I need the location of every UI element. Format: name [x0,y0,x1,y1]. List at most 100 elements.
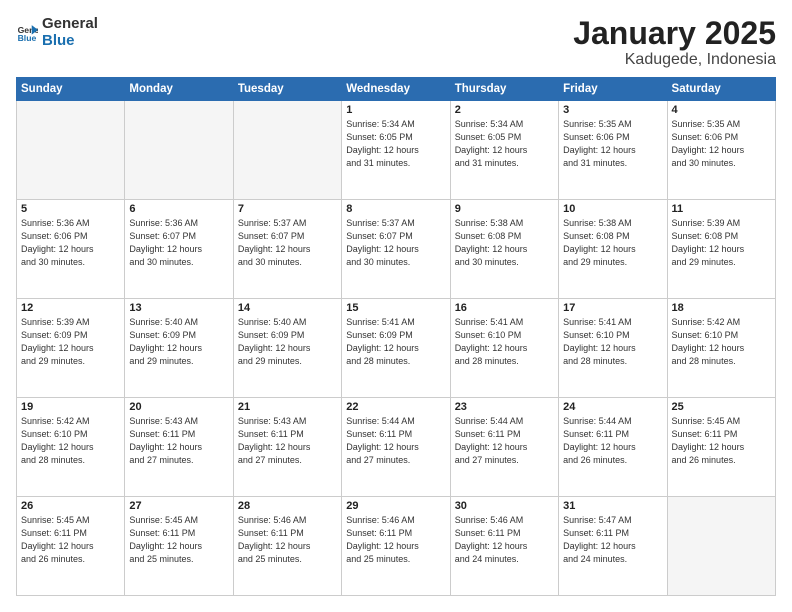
day-info: Sunrise: 5:38 AM Sunset: 6:08 PM Dayligh… [563,217,662,269]
day-info: Sunrise: 5:34 AM Sunset: 6:05 PM Dayligh… [455,118,554,170]
day-info: Sunrise: 5:40 AM Sunset: 6:09 PM Dayligh… [129,316,228,368]
calendar-day-cell [233,101,341,200]
logo-general: General [42,16,98,33]
day-info: Sunrise: 5:44 AM Sunset: 6:11 PM Dayligh… [563,415,662,467]
day-number: 23 [455,401,554,413]
day-info: Sunrise: 5:46 AM Sunset: 6:11 PM Dayligh… [238,514,337,566]
calendar-day-cell [125,101,233,200]
calendar-day-cell: 29 Sunrise: 5:46 AM Sunset: 6:11 PM Dayli… [342,497,450,596]
day-info: Sunrise: 5:38 AM Sunset: 6:08 PM Dayligh… [455,217,554,269]
day-info: Sunrise: 5:42 AM Sunset: 6:10 PM Dayligh… [21,415,120,467]
calendar-day-cell: 17 Sunrise: 5:41 AM Sunset: 6:10 PM Dayli… [559,299,667,398]
calendar-week-row: 26 Sunrise: 5:45 AM Sunset: 6:11 PM Dayli… [17,497,776,596]
calendar-day-cell: 9 Sunrise: 5:38 AM Sunset: 6:08 PM Daylig… [450,200,558,299]
calendar-day-cell: 2 Sunrise: 5:34 AM Sunset: 6:05 PM Daylig… [450,101,558,200]
day-number: 4 [672,104,771,116]
day-info: Sunrise: 5:44 AM Sunset: 6:11 PM Dayligh… [455,415,554,467]
day-info: Sunrise: 5:35 AM Sunset: 6:06 PM Dayligh… [563,118,662,170]
day-info: Sunrise: 5:40 AM Sunset: 6:09 PM Dayligh… [238,316,337,368]
day-info: Sunrise: 5:37 AM Sunset: 6:07 PM Dayligh… [238,217,337,269]
calendar-day-cell: 23 Sunrise: 5:44 AM Sunset: 6:11 PM Dayli… [450,398,558,497]
day-number: 16 [455,302,554,314]
calendar-day-cell: 5Sunrise: 5:36 AM Sunset: 6:06 PM Daylig… [17,200,125,299]
day-number: 3 [563,104,662,116]
day-info: Sunrise: 5:36 AM Sunset: 6:06 PM Dayligh… [21,217,120,269]
day-info: Sunrise: 5:43 AM Sunset: 6:11 PM Dayligh… [238,415,337,467]
calendar-day-cell: 26 Sunrise: 5:45 AM Sunset: 6:11 PM Dayli… [17,497,125,596]
weekday-header: Monday [125,78,233,101]
day-info: Sunrise: 5:35 AM Sunset: 6:06 PM Dayligh… [672,118,771,170]
day-number: 21 [238,401,337,413]
day-number: 24 [563,401,662,413]
calendar-day-cell: 13Sunrise: 5:40 AM Sunset: 6:09 PM Dayli… [125,299,233,398]
day-info: Sunrise: 5:44 AM Sunset: 6:11 PM Dayligh… [346,415,445,467]
calendar-day-cell: 24 Sunrise: 5:44 AM Sunset: 6:11 PM Dayli… [559,398,667,497]
calendar-day-cell: 12 Sunrise: 5:39 AM Sunset: 6:09 PM Dayli… [17,299,125,398]
day-info: Sunrise: 5:43 AM Sunset: 6:11 PM Dayligh… [129,415,228,467]
weekday-header: Thursday [450,78,558,101]
calendar-day-cell: 6Sunrise: 5:36 AM Sunset: 6:07 PM Daylig… [125,200,233,299]
calendar-day-cell: 25Sunrise: 5:45 AM Sunset: 6:11 PM Dayli… [667,398,775,497]
month-title: January 2025 [573,16,776,51]
day-number: 15 [346,302,445,314]
day-number: 9 [455,203,554,215]
day-number: 27 [129,500,228,512]
calendar-day-cell: 21 Sunrise: 5:43 AM Sunset: 6:11 PM Dayli… [233,398,341,497]
logo: General Blue General Blue [16,16,98,49]
day-number: 17 [563,302,662,314]
day-number: 22 [346,401,445,413]
calendar-day-cell: 1Sunrise: 5:34 AM Sunset: 6:05 PM Daylig… [342,101,450,200]
calendar-day-cell: 18 Sunrise: 5:42 AM Sunset: 6:10 PM Dayli… [667,299,775,398]
day-number: 11 [672,203,771,215]
calendar-day-cell: 27Sunrise: 5:45 AM Sunset: 6:11 PM Dayli… [125,497,233,596]
calendar-day-cell: 4 Sunrise: 5:35 AM Sunset: 6:06 PM Daylig… [667,101,775,200]
day-number: 12 [21,302,120,314]
calendar-day-cell: 28 Sunrise: 5:46 AM Sunset: 6:11 PM Dayli… [233,497,341,596]
day-info: Sunrise: 5:42 AM Sunset: 6:10 PM Dayligh… [672,316,771,368]
day-info: Sunrise: 5:37 AM Sunset: 6:07 PM Dayligh… [346,217,445,269]
day-info: Sunrise: 5:47 AM Sunset: 6:11 PM Dayligh… [563,514,662,566]
day-info: Sunrise: 5:34 AM Sunset: 6:05 PM Dayligh… [346,118,445,170]
calendar-day-cell: 11 Sunrise: 5:39 AM Sunset: 6:08 PM Dayli… [667,200,775,299]
day-number: 8 [346,203,445,215]
weekday-header: Tuesday [233,78,341,101]
day-info: Sunrise: 5:39 AM Sunset: 6:09 PM Dayligh… [21,316,120,368]
logo-icon: General Blue [16,22,38,44]
calendar-header-row: SundayMondayTuesdayWednesdayThursdayFrid… [17,78,776,101]
calendar-day-cell: 14 Sunrise: 5:40 AM Sunset: 6:09 PM Dayli… [233,299,341,398]
day-info: Sunrise: 5:45 AM Sunset: 6:11 PM Dayligh… [21,514,120,566]
day-number: 30 [455,500,554,512]
day-info: Sunrise: 5:41 AM Sunset: 6:10 PM Dayligh… [563,316,662,368]
weekday-header: Wednesday [342,78,450,101]
day-number: 25 [672,401,771,413]
calendar-day-cell: 22 Sunrise: 5:44 AM Sunset: 6:11 PM Dayli… [342,398,450,497]
weekday-header: Sunday [17,78,125,101]
calendar-day-cell: 7Sunrise: 5:37 AM Sunset: 6:07 PM Daylig… [233,200,341,299]
svg-text:Blue: Blue [18,32,37,42]
header: General Blue General Blue January 2025 K… [16,16,776,69]
calendar: SundayMondayTuesdayWednesdayThursdayFrid… [16,77,776,596]
calendar-day-cell: 16 Sunrise: 5:41 AM Sunset: 6:10 PM Dayli… [450,299,558,398]
day-number: 2 [455,104,554,116]
title-block: January 2025 Kadugede, Indonesia [573,16,776,69]
weekday-header: Friday [559,78,667,101]
day-info: Sunrise: 5:39 AM Sunset: 6:08 PM Dayligh… [672,217,771,269]
calendar-day-cell: 10Sunrise: 5:38 AM Sunset: 6:08 PM Dayli… [559,200,667,299]
weekday-header: Saturday [667,78,775,101]
calendar-day-cell [667,497,775,596]
day-info: Sunrise: 5:41 AM Sunset: 6:10 PM Dayligh… [455,316,554,368]
day-number: 28 [238,500,337,512]
day-number: 29 [346,500,445,512]
day-number: 18 [672,302,771,314]
day-number: 20 [129,401,228,413]
day-info: Sunrise: 5:36 AM Sunset: 6:07 PM Dayligh… [129,217,228,269]
calendar-week-row: 1Sunrise: 5:34 AM Sunset: 6:05 PM Daylig… [17,101,776,200]
day-info: Sunrise: 5:46 AM Sunset: 6:11 PM Dayligh… [346,514,445,566]
calendar-day-cell: 15Sunrise: 5:41 AM Sunset: 6:09 PM Dayli… [342,299,450,398]
calendar-day-cell [17,101,125,200]
day-info: Sunrise: 5:46 AM Sunset: 6:11 PM Dayligh… [455,514,554,566]
calendar-day-cell: 20 Sunrise: 5:43 AM Sunset: 6:11 PM Dayli… [125,398,233,497]
day-number: 26 [21,500,120,512]
location-title: Kadugede, Indonesia [573,51,776,69]
day-number: 14 [238,302,337,314]
